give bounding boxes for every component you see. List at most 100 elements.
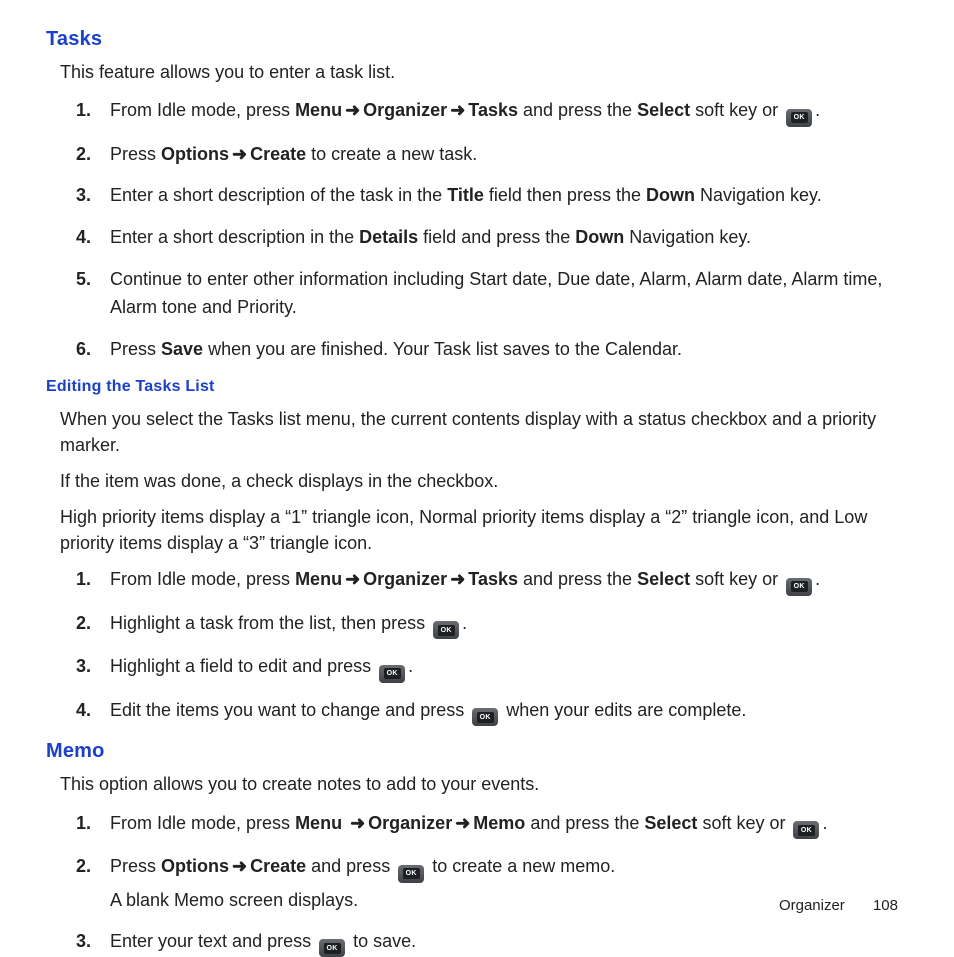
text: .: [408, 656, 413, 676]
bold-tasks: Tasks: [468, 569, 518, 589]
bold-tasks: Tasks: [468, 100, 518, 120]
text: field then press the: [484, 185, 646, 205]
bold-options: Options: [161, 144, 229, 164]
text: .: [815, 569, 820, 589]
ok-key-icon: OK: [398, 865, 424, 883]
tasks-step-3: Enter a short description of the task in…: [110, 182, 908, 210]
ok-key-icon: OK: [472, 708, 498, 726]
ok-key-label: OK: [791, 581, 808, 592]
text: soft key or: [690, 569, 783, 589]
arrow-icon: ➜: [347, 813, 368, 833]
text: Press: [110, 339, 161, 359]
memo-heading: Memo: [46, 740, 908, 763]
footer-section: Organizer: [779, 897, 845, 914]
bold-create: Create: [250, 856, 306, 876]
editing-step-3: Highlight a field to edit and press OK.: [110, 653, 908, 683]
text: Navigation key.: [695, 185, 822, 205]
bold-save: Save: [161, 339, 203, 359]
ok-key-icon: OK: [786, 109, 812, 127]
text: .: [462, 613, 467, 633]
editing-heading: Editing the Tasks List: [46, 378, 908, 396]
tasks-intro: This feature allows you to enter a task …: [60, 59, 908, 85]
editing-p1: When you select the Tasks list menu, the…: [60, 406, 908, 458]
page-footer: Organizer 108: [779, 897, 898, 914]
ok-key-icon: OK: [379, 665, 405, 683]
bold-menu: Menu: [295, 569, 342, 589]
text: field and press the: [418, 227, 575, 247]
text: and press: [306, 856, 395, 876]
manual-page: Tasks This feature allows you to enter a…: [0, 0, 954, 954]
text: Highlight a field to edit and press: [110, 656, 376, 676]
tasks-step-6: Press Save when you are finished. Your T…: [110, 336, 908, 364]
text: and press the: [518, 569, 637, 589]
text: soft key or: [690, 100, 783, 120]
editing-step-4: Edit the items you want to change and pr…: [110, 697, 908, 727]
ok-key-icon: OK: [786, 578, 812, 596]
ok-key-icon: OK: [319, 939, 345, 957]
arrow-icon: ➜: [229, 856, 250, 876]
arrow-icon: ➜: [447, 100, 468, 120]
editing-p2: If the item was done, a check displays i…: [60, 468, 908, 494]
bold-menu: Menu: [295, 100, 342, 120]
ok-key-label: OK: [438, 625, 455, 636]
text: and press the: [525, 813, 644, 833]
tasks-step-5: Continue to enter other information incl…: [110, 266, 908, 322]
text: From Idle mode, press: [110, 100, 295, 120]
tasks-heading: Tasks: [46, 28, 908, 51]
bold-down: Down: [646, 185, 695, 205]
text: Enter a short description of the task in…: [110, 185, 447, 205]
text: Enter a short description in the: [110, 227, 359, 247]
text: Press: [110, 144, 161, 164]
editing-step-1: From Idle mode, press Menu➜Organizer➜Tas…: [110, 566, 908, 596]
text: From Idle mode, press: [110, 813, 295, 833]
ok-key-label: OK: [791, 112, 808, 123]
ok-key-icon: OK: [433, 621, 459, 639]
bold-memo: Memo: [473, 813, 525, 833]
tasks-steps: From Idle mode, press Menu➜Organizer➜Tas…: [46, 97, 908, 364]
bold-select: Select: [637, 100, 690, 120]
text: Press: [110, 856, 161, 876]
text: to save.: [348, 931, 416, 951]
ok-key-label: OK: [798, 825, 815, 836]
ok-key-label: OK: [384, 668, 401, 679]
text: Highlight a task from the list, then pre…: [110, 613, 430, 633]
tasks-step-4: Enter a short description in the Details…: [110, 224, 908, 252]
bold-organizer: Organizer: [363, 100, 447, 120]
editing-steps: From Idle mode, press Menu➜Organizer➜Tas…: [46, 566, 908, 726]
memo-step-3: Enter your text and press OK to save.: [110, 928, 908, 957]
arrow-icon: ➜: [447, 569, 468, 589]
text: .: [815, 100, 820, 120]
text: From Idle mode, press: [110, 569, 295, 589]
text: .: [822, 813, 827, 833]
footer-page-number: 108: [873, 897, 898, 914]
tasks-step-2: Press Options➜Create to create a new tas…: [110, 141, 908, 169]
arrow-icon: ➜: [342, 100, 363, 120]
bold-select: Select: [644, 813, 697, 833]
bold-options: Options: [161, 856, 229, 876]
ok-key-label: OK: [477, 712, 494, 723]
bold-organizer: Organizer: [363, 569, 447, 589]
text: to create a new task.: [306, 144, 477, 164]
tasks-step-1: From Idle mode, press Menu➜Organizer➜Tas…: [110, 97, 908, 127]
memo-step-1: From Idle mode, press Menu ➜Organizer➜Me…: [110, 810, 908, 840]
text: soft key or: [697, 813, 790, 833]
bold-create: Create: [250, 144, 306, 164]
bold-down: Down: [575, 227, 624, 247]
memo-steps: From Idle mode, press Menu ➜Organizer➜Me…: [46, 810, 908, 957]
text: Edit the items you want to change and pr…: [110, 700, 469, 720]
text: Enter your text and press: [110, 931, 316, 951]
bold-select: Select: [637, 569, 690, 589]
arrow-icon: ➜: [452, 813, 473, 833]
bold-details: Details: [359, 227, 418, 247]
bold-organizer: Organizer: [368, 813, 452, 833]
text: and press the: [518, 100, 637, 120]
editing-p3: High priority items display a “1” triang…: [60, 504, 908, 556]
ok-key-label: OK: [403, 868, 420, 879]
ok-key-label: OK: [324, 943, 341, 954]
editing-step-2: Highlight a task from the list, then pre…: [110, 610, 908, 640]
text: to create a new memo.: [427, 856, 615, 876]
text: Navigation key.: [624, 227, 751, 247]
text: when your edits are complete.: [501, 700, 746, 720]
ok-key-icon: OK: [793, 821, 819, 839]
bold-menu: Menu: [295, 813, 342, 833]
